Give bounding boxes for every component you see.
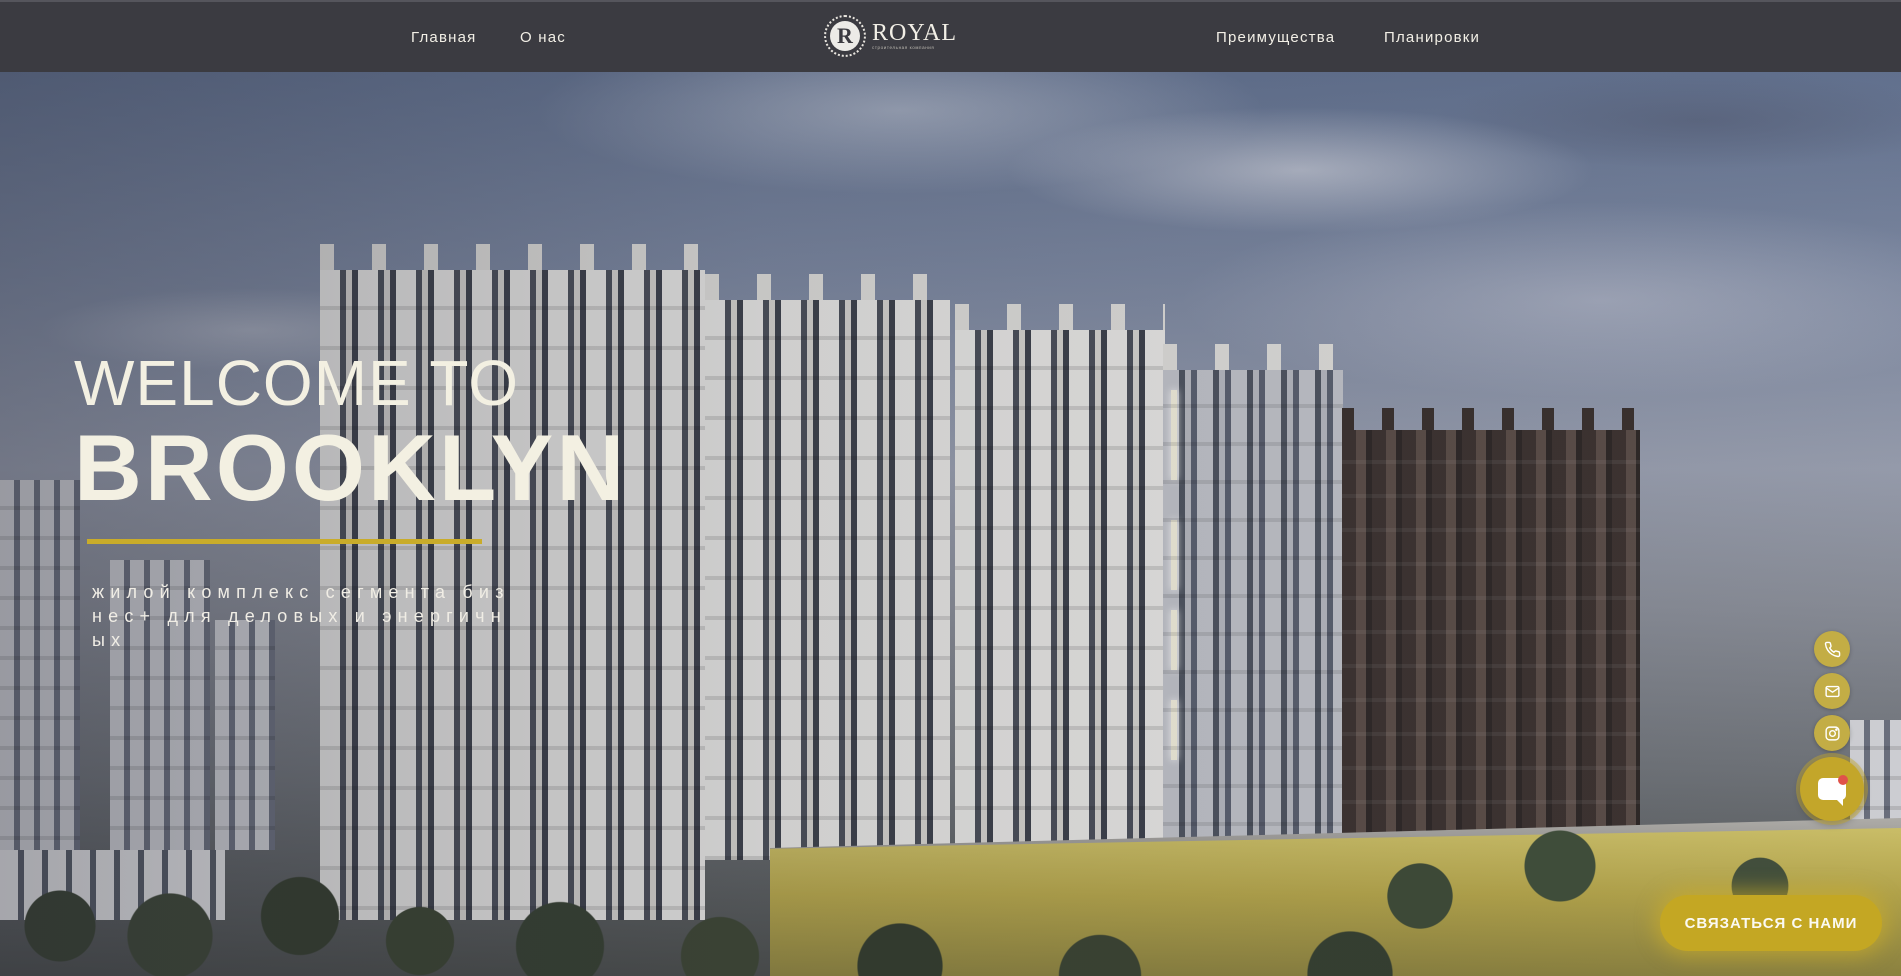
site-header: Главная О нас R ROYAL строительная компа… [0, 0, 1901, 72]
email-button[interactable] [1814, 673, 1850, 709]
instagram-icon [1824, 725, 1840, 741]
phone-icon [1824, 641, 1840, 657]
hero-welcome: WELCOME TO [74, 347, 520, 419]
page: Главная О нас R ROYAL строительная компа… [0, 0, 1901, 976]
contact-us-button[interactable]: СВЯЗАТЬСЯ С НАМИ [1660, 895, 1882, 951]
chat-widget-button[interactable] [1800, 757, 1864, 821]
nav-link-layouts[interactable]: Планировки [1384, 29, 1480, 46]
royal-logo[interactable]: R ROYAL строительная компания [824, 15, 958, 57]
nav-link-about[interactable]: О нас [520, 29, 566, 46]
logo-wordmark: ROYAL строительная компания [872, 21, 957, 51]
phone-button[interactable] [1814, 631, 1850, 667]
logo-subtitle: строительная компания [872, 45, 935, 50]
hero-title: BROOKLYN [74, 415, 628, 520]
chat-notification-dot [1838, 775, 1848, 785]
nav-link-home[interactable]: Главная [411, 29, 477, 46]
mail-icon [1824, 685, 1840, 697]
instagram-button[interactable] [1814, 715, 1850, 751]
logo-letter: R [830, 21, 860, 51]
logo-emblem-icon: R [824, 15, 866, 57]
hero-divider [87, 539, 482, 544]
hero-tagline: жилой комплекс сегмента бизнес+ для дело… [92, 582, 510, 650]
nav-link-advantages[interactable]: Преимущества [1216, 29, 1335, 46]
logo-name: ROYAL [872, 20, 958, 46]
